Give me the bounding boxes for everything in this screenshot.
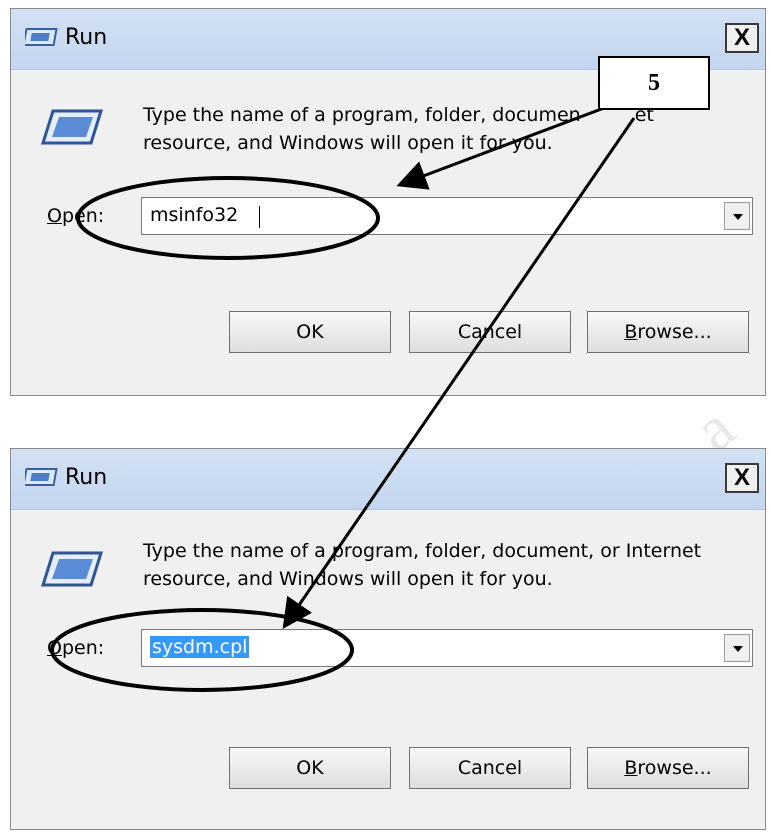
step-callout: 5 — [598, 56, 710, 110]
arrow-to-top-input — [396, 100, 621, 190]
highlight-ellipse-top — [76, 176, 380, 260]
annotation-overlay — [50, 100, 636, 692]
highlight-ellipse-bottom — [50, 608, 354, 692]
arrow-to-bottom-input — [282, 117, 636, 629]
